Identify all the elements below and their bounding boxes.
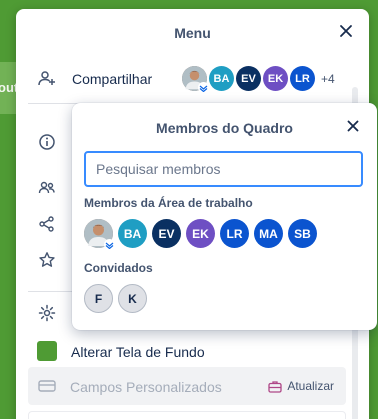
search-members-input[interactable] <box>86 153 361 185</box>
share-label: Compartilhar <box>72 71 153 87</box>
avatar-initials: F <box>94 291 103 306</box>
member-avatar[interactable]: MA <box>254 219 283 248</box>
admin-badge-icon <box>104 239 115 250</box>
share-menu-item[interactable]: Compartilhar BA EV EK LR +4 <box>38 64 358 94</box>
member-avatar[interactable]: LR <box>220 219 249 248</box>
member-avatar[interactable]: EV <box>236 66 261 91</box>
more-members-count[interactable]: +4 <box>321 72 335 86</box>
guests-list: FK <box>84 284 152 313</box>
guests-heading: Convidados <box>84 261 153 275</box>
close-icon[interactable] <box>345 118 361 134</box>
member-avatar[interactable]: K <box>118 284 147 313</box>
member-avatar[interactable]: BA <box>118 219 147 248</box>
custom-fields-icon <box>38 380 56 392</box>
avatar-initials: EK <box>192 226 209 241</box>
member-avatar[interactable]: SB <box>288 219 317 248</box>
gear-icon[interactable] <box>38 304 56 322</box>
add-person-icon <box>38 71 55 86</box>
member-avatar-photo[interactable] <box>182 66 209 93</box>
close-icon[interactable] <box>337 22 355 40</box>
board-members-popover: Membros do Quadro Membros da Área de tra… <box>72 103 377 330</box>
member-avatar[interactable]: EK <box>263 66 288 91</box>
avatar-initials: EK <box>267 72 284 85</box>
change-background-menu-item[interactable]: Alterar Tela de Fundo <box>36 339 346 367</box>
menu-title: Menu <box>174 25 211 41</box>
member-avatar[interactable]: LR <box>290 66 315 91</box>
upgrade-label: Atualizar <box>287 379 334 393</box>
info-icon[interactable] <box>38 133 56 151</box>
avatar-initials: BA <box>213 72 230 85</box>
share-icon[interactable] <box>38 215 56 233</box>
briefcase-icon <box>268 380 282 393</box>
search-members-field[interactable] <box>84 151 363 187</box>
workspace-members-list: BA EV EK LR MA SB <box>84 219 322 250</box>
avatar-initials: EV <box>241 72 256 85</box>
background-swatch <box>37 341 57 361</box>
members-icon[interactable] <box>38 179 56 197</box>
avatar-initials: LR <box>226 226 243 241</box>
avatar-initials: SB <box>294 226 311 241</box>
member-avatar[interactable]: EV <box>152 219 181 248</box>
popover-title: Membros do Quadro <box>156 120 293 136</box>
change-background-label: Alterar Tela de Fundo <box>71 344 205 360</box>
custom-fields-menu-item[interactable]: Campos Personalizados Atualizar <box>28 367 346 405</box>
member-avatar[interactable]: F <box>84 284 113 313</box>
member-avatar-photo[interactable] <box>84 219 115 250</box>
upgrade-button[interactable]: Atualizar <box>268 379 334 393</box>
workspace-members-heading: Membros da Área de trabalho <box>84 196 253 210</box>
star-icon[interactable] <box>38 251 56 269</box>
member-avatar[interactable]: EK <box>186 219 215 248</box>
next-menu-item[interactable] <box>28 411 346 419</box>
avatar-initials: BA <box>123 226 142 241</box>
share-avatars[interactable]: BA EV EK LR +4 <box>182 66 335 93</box>
avatar-initials: MA <box>259 226 278 241</box>
avatar-initials: LR <box>295 72 310 85</box>
avatar-initials: K <box>128 291 137 306</box>
avatar-initials: EV <box>158 226 175 241</box>
admin-badge-icon <box>198 82 209 93</box>
member-avatar[interactable]: BA <box>209 66 234 91</box>
custom-fields-label: Campos Personalizados <box>70 379 222 395</box>
